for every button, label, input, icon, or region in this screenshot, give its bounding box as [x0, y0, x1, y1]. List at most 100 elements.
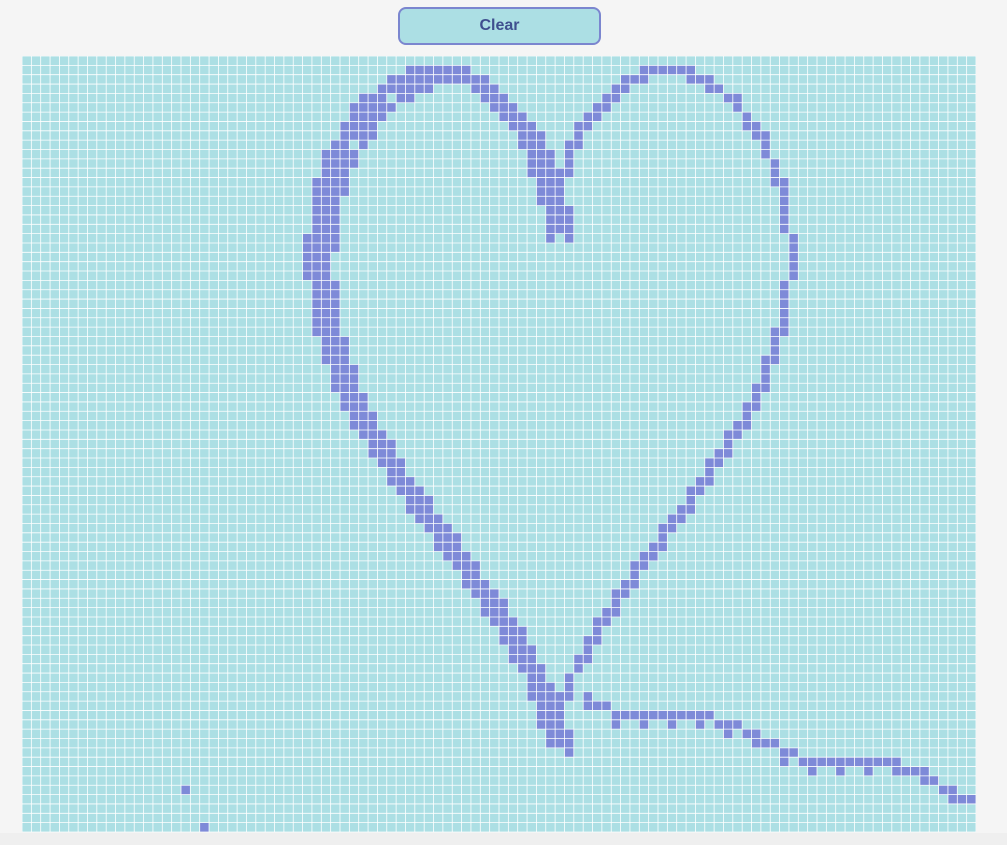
- filled-cell[interactable]: [629, 570, 640, 580]
- filled-cell[interactable]: [770, 345, 780, 356]
- filled-cell[interactable]: [545, 196, 556, 206]
- filled-cell[interactable]: [573, 121, 584, 131]
- filled-cell[interactable]: [377, 93, 387, 103]
- filled-cell[interactable]: [564, 149, 574, 159]
- filled-cell[interactable]: [704, 74, 715, 85]
- filled-cell[interactable]: [489, 84, 499, 94]
- filled-cell[interactable]: [751, 401, 761, 412]
- filled-cell[interactable]: [377, 84, 387, 94]
- filled-cell[interactable]: [517, 121, 528, 131]
- filled-cell[interactable]: [368, 130, 378, 141]
- filled-cell[interactable]: [330, 224, 340, 234]
- filled-cell[interactable]: [405, 93, 415, 103]
- filled-cell[interactable]: [489, 616, 499, 627]
- filled-cell[interactable]: [573, 140, 584, 150]
- filled-cell[interactable]: [414, 65, 425, 75]
- filled-cell[interactable]: [499, 635, 509, 646]
- filled-cell[interactable]: [891, 766, 902, 776]
- filled-cell[interactable]: [527, 691, 537, 702]
- filled-cell[interactable]: [442, 542, 453, 552]
- filled-cell[interactable]: [667, 514, 677, 524]
- filled-cell[interactable]: [424, 495, 434, 505]
- filled-cell[interactable]: [639, 560, 649, 571]
- filled-cell[interactable]: [779, 280, 789, 290]
- filled-cell[interactable]: [639, 65, 649, 75]
- filled-cell[interactable]: [330, 196, 340, 206]
- filled-cell[interactable]: [910, 766, 920, 776]
- filled-cell[interactable]: [564, 682, 574, 692]
- filled-cell[interactable]: [676, 710, 687, 720]
- filled-cell[interactable]: [377, 448, 387, 459]
- filled-cell[interactable]: [732, 719, 743, 730]
- filled-cell[interactable]: [611, 93, 621, 103]
- filled-cell[interactable]: [751, 392, 761, 402]
- filled-cell[interactable]: [835, 766, 846, 776]
- filled-cell[interactable]: [330, 383, 340, 393]
- filled-cell[interactable]: [545, 710, 556, 720]
- filled-cell[interactable]: [321, 317, 331, 328]
- filled-cell[interactable]: [461, 579, 471, 589]
- filled-cell[interactable]: [321, 205, 331, 215]
- filled-cell[interactable]: [499, 598, 509, 608]
- filled-cell[interactable]: [583, 635, 593, 646]
- filled-cell[interactable]: [340, 121, 350, 131]
- filled-cell[interactable]: [386, 74, 397, 85]
- filled-cell[interactable]: [470, 570, 481, 580]
- filled-cell[interactable]: [695, 710, 705, 720]
- filled-cell[interactable]: [704, 84, 715, 94]
- filled-cell[interactable]: [368, 429, 378, 440]
- filled-cell[interactable]: [611, 710, 621, 720]
- filled-cell[interactable]: [499, 616, 509, 627]
- filled-cell[interactable]: [321, 345, 331, 356]
- filled-cell[interactable]: [330, 205, 340, 215]
- filled-cell[interactable]: [517, 635, 528, 646]
- filled-cell[interactable]: [311, 224, 322, 234]
- filled-cell[interactable]: [564, 224, 574, 234]
- filled-cell[interactable]: [592, 616, 602, 627]
- filled-cell[interactable]: [770, 336, 780, 346]
- filled-cell[interactable]: [704, 458, 715, 468]
- filled-cell[interactable]: [760, 355, 771, 365]
- filled-cell[interactable]: [358, 411, 369, 421]
- filled-cell[interactable]: [433, 74, 443, 85]
- filled-cell[interactable]: [891, 757, 902, 767]
- filled-cell[interactable]: [405, 476, 415, 487]
- filled-cell[interactable]: [330, 336, 340, 346]
- filled-cell[interactable]: [480, 579, 490, 589]
- filled-cell[interactable]: [181, 785, 191, 795]
- filled-cell[interactable]: [321, 327, 331, 337]
- filled-cell[interactable]: [349, 149, 359, 159]
- filled-cell[interactable]: [517, 112, 528, 122]
- filled-cell[interactable]: [340, 177, 350, 187]
- filled-cell[interactable]: [947, 794, 958, 804]
- filled-cell[interactable]: [658, 523, 668, 533]
- filled-cell[interactable]: [452, 560, 462, 571]
- filled-cell[interactable]: [517, 626, 528, 636]
- filled-cell[interactable]: [405, 495, 415, 505]
- filled-cell[interactable]: [396, 486, 406, 496]
- filled-cell[interactable]: [545, 691, 556, 702]
- filled-cell[interactable]: [611, 588, 621, 599]
- filled-cell[interactable]: [480, 598, 490, 608]
- filled-cell[interactable]: [723, 448, 733, 459]
- filled-cell[interactable]: [368, 121, 378, 131]
- filled-cell[interactable]: [555, 205, 565, 215]
- filled-cell[interactable]: [611, 607, 621, 617]
- filled-cell[interactable]: [564, 691, 574, 702]
- filled-cell[interactable]: [929, 775, 939, 786]
- filled-cell[interactable]: [545, 214, 556, 225]
- filled-cell[interactable]: [545, 149, 556, 159]
- filled-cell[interactable]: [386, 467, 397, 477]
- filled-cell[interactable]: [368, 420, 378, 430]
- filled-cell[interactable]: [760, 364, 771, 374]
- filled-cell[interactable]: [330, 214, 340, 225]
- filled-cell[interactable]: [340, 355, 350, 365]
- filled-cell[interactable]: [414, 84, 425, 94]
- filled-cell[interactable]: [442, 523, 453, 533]
- filled-cell[interactable]: [302, 242, 312, 253]
- filled-cell[interactable]: [452, 551, 462, 561]
- filled-cell[interactable]: [508, 121, 518, 131]
- filled-cell[interactable]: [545, 168, 556, 178]
- filled-cell[interactable]: [695, 486, 705, 496]
- filled-cell[interactable]: [686, 710, 696, 720]
